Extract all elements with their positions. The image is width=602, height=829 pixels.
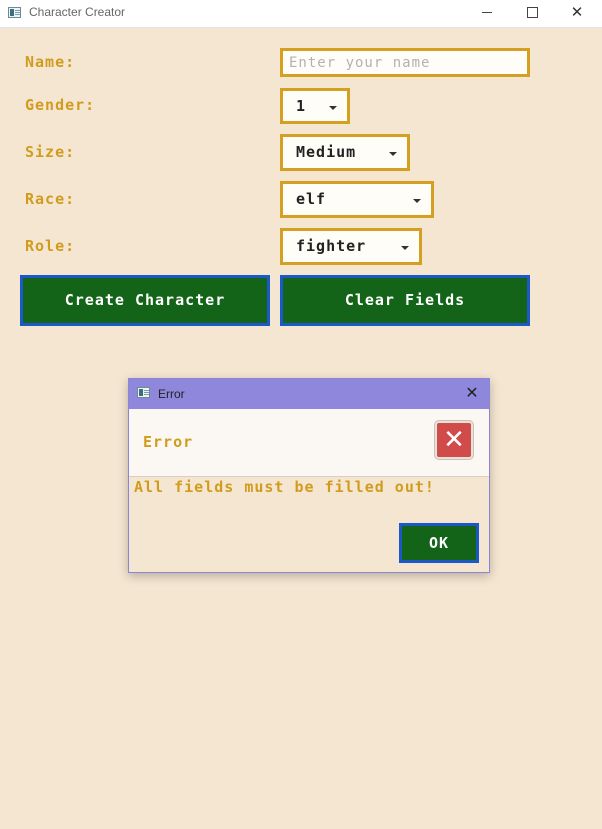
error-x-icon: ✕: [435, 421, 473, 459]
window-titlebar: Character Creator ✕: [0, 0, 602, 28]
dialog-title: Error: [158, 387, 185, 401]
dialog-heading: Error: [143, 433, 194, 451]
dialog-message: All fields must be filled out!: [134, 478, 435, 496]
role-label: Role:: [25, 237, 76, 255]
clear-fields-button[interactable]: Clear Fields: [280, 275, 530, 326]
app-icon: [8, 7, 21, 18]
race-select[interactable]: elf: [280, 181, 434, 218]
role-select[interactable]: fighter: [280, 228, 422, 265]
chevron-down-icon: [413, 199, 421, 203]
dialog-app-icon: [137, 387, 150, 398]
chevron-down-icon: [389, 152, 397, 156]
chevron-down-icon: [329, 106, 337, 110]
size-select-value: Medium: [296, 143, 357, 161]
gender-label: Gender:: [25, 96, 96, 114]
role-select-value: fighter: [296, 237, 367, 255]
gender-select[interactable]: 1: [280, 88, 350, 124]
ok-button[interactable]: OK: [399, 523, 479, 563]
close-icon: ✕: [465, 383, 479, 402]
name-input[interactable]: [280, 48, 530, 77]
race-label: Race:: [25, 190, 76, 208]
name-label: Name:: [25, 53, 76, 71]
dialog-titlebar: Error ✕: [129, 379, 489, 409]
dialog-header: Error ✕: [129, 409, 489, 477]
create-character-button[interactable]: Create Character: [20, 275, 270, 326]
close-icon: ✕: [570, 3, 584, 21]
window-title: Character Creator: [29, 5, 126, 19]
error-dialog: Error ✕ Error ✕ All fields must be fille…: [128, 378, 490, 573]
maximize-icon: [526, 7, 538, 18]
gender-select-value: 1: [296, 97, 307, 115]
size-label: Size:: [25, 143, 76, 161]
maximize-button[interactable]: [509, 0, 555, 27]
chevron-down-icon: [401, 246, 409, 250]
minimize-button[interactable]: [464, 0, 510, 27]
minimize-icon: [482, 12, 492, 13]
size-select[interactable]: Medium: [280, 134, 410, 171]
dialog-close-button[interactable]: ✕: [461, 382, 483, 404]
race-select-value: elf: [296, 190, 327, 208]
close-window-button[interactable]: ✕: [554, 0, 600, 27]
